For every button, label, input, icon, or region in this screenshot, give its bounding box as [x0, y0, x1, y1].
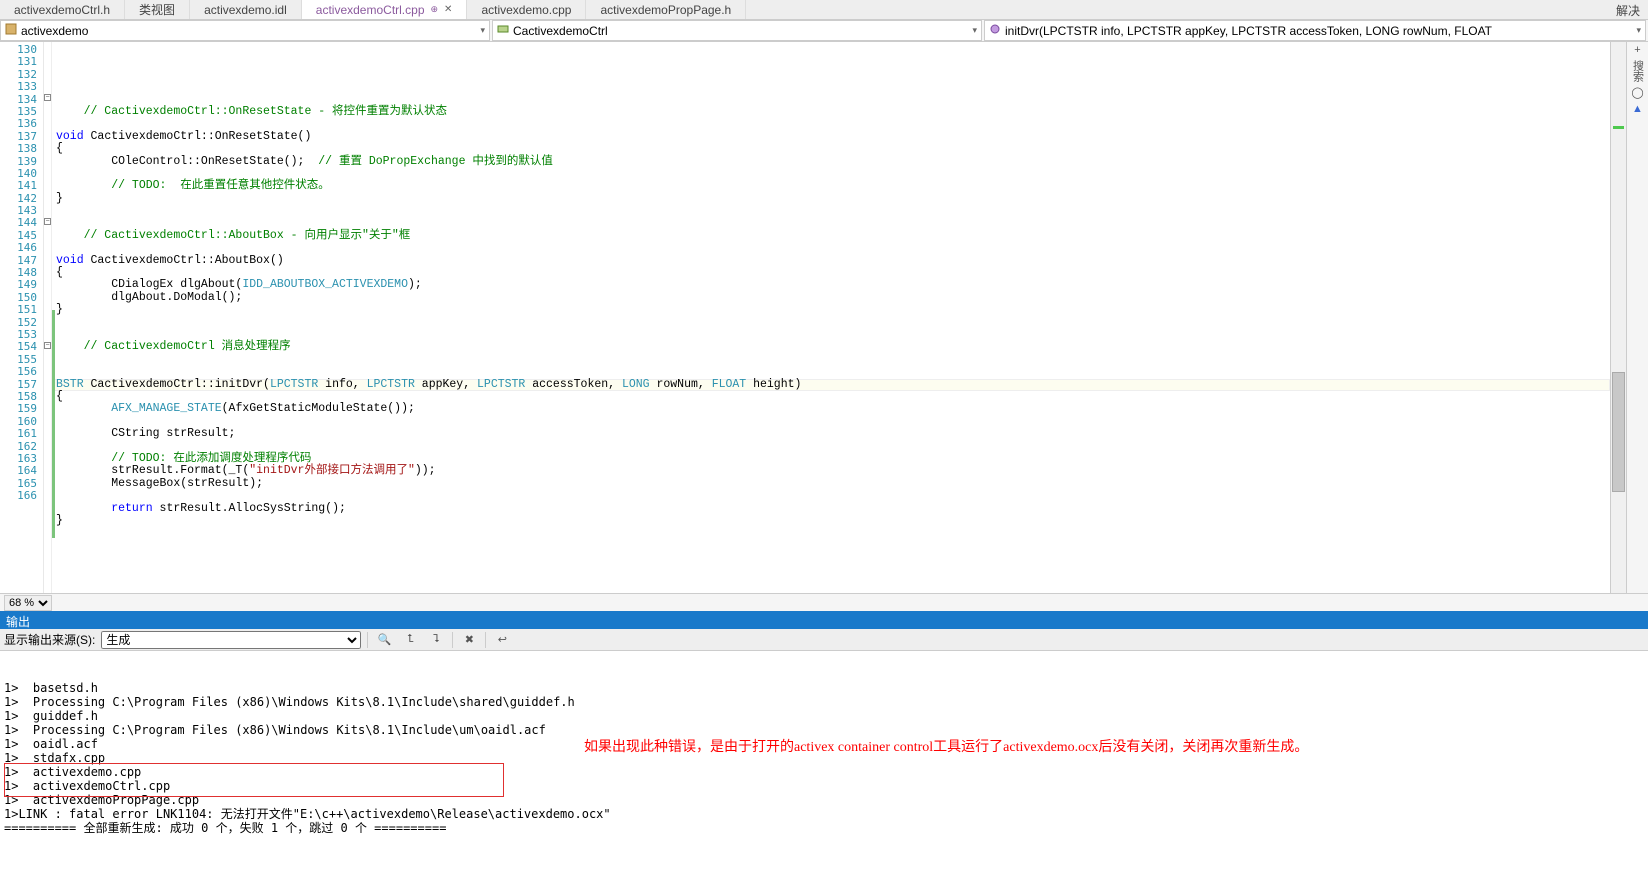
find-icon[interactable]: 🔍 [374, 631, 394, 649]
fold-toggle[interactable]: − [44, 218, 51, 225]
output-line: ========== 全部重新生成: 成功 0 个，失败 1 个，跳过 0 个 … [4, 821, 1644, 835]
file-tab[interactable]: activexdemoCtrl.cpp ⊕ ✕ [302, 0, 468, 19]
output-line: 1> guiddef.h [4, 709, 1644, 723]
chevron-down-icon: ▾ [1636, 25, 1641, 36]
chevron-down-icon: ▾ [480, 25, 485, 36]
scroll-thumb[interactable] [1612, 372, 1625, 492]
fold-toggle[interactable]: − [44, 94, 51, 101]
tab-label: activexdemoCtrl.cpp [316, 3, 425, 17]
error-annotation: 如果出现此种错误，是由于打开的activex container control… [584, 741, 1308, 755]
file-tab[interactable]: activexdemoPropPage.h [586, 0, 746, 19]
vertical-scrollbar[interactable] [1610, 42, 1626, 593]
module-icon [5, 23, 17, 38]
code-editor[interactable]: 1301311321331341351361371381391401411421… [0, 42, 1648, 593]
file-tabs: activexdemoCtrl.h 类视图 activexdemo.idl activ… [0, 0, 1648, 20]
file-tab[interactable]: activexdemo.idl [190, 0, 302, 19]
close-icon[interactable]: ✕ [444, 4, 452, 15]
tab-label: activexdemo.cpp [481, 3, 571, 17]
tab-label: 类视图 [139, 1, 175, 18]
file-tab[interactable]: 类视图 [125, 0, 190, 19]
tab-label: activexdemoPropPage.h [600, 3, 731, 17]
class-selector[interactable]: CactivexdemoCtrl ▾ [492, 20, 982, 41]
scope-selector[interactable]: activexdemo ▾ [0, 20, 490, 41]
prev-icon[interactable]: ⮤ [400, 631, 420, 649]
function-text: initDvr(LPCTSTR info, LPCTSTR appKey, LP… [1005, 24, 1492, 38]
method-icon [989, 23, 1001, 38]
change-bar [52, 310, 55, 538]
separator [452, 632, 453, 648]
output-line: 1> Processing C:\Program Files (x86)\Win… [4, 723, 1644, 737]
class-text: CactivexdemoCtrl [513, 24, 608, 38]
output-line: 1> basetsd.h [4, 681, 1644, 695]
nav-bar: activexdemo ▾ CactivexdemoCtrl ▾ initDvr… [0, 20, 1648, 42]
circle-icon[interactable]: ◯ [1631, 86, 1643, 99]
class-icon [497, 23, 509, 38]
clear-icon[interactable]: ✖ [459, 631, 479, 649]
separator [367, 632, 368, 648]
error-highlight-box [4, 763, 504, 797]
zoom-select[interactable]: 68 % [4, 595, 52, 611]
next-icon[interactable]: ⮧ [426, 631, 446, 649]
chevron-down-icon: ▾ [972, 25, 977, 36]
output-line: 1> Processing C:\Program Files (x86)\Win… [4, 695, 1644, 709]
tab-label: activexdemoCtrl.h [14, 3, 110, 17]
fold-toggle[interactable]: − [44, 342, 51, 349]
file-tab[interactable]: activexdemo.cpp [467, 0, 586, 19]
right-panel-label[interactable]: 解决 [1608, 0, 1648, 19]
line-gutter: 1301311321331341351361371381391401411421… [0, 42, 44, 593]
output-source-label: 显示输出来源(S): [4, 631, 95, 648]
expand-icon[interactable]: + [1634, 44, 1640, 56]
right-margin-tools: + 搜索 ◯ ▲ [1626, 42, 1648, 593]
scroll-mark [1613, 126, 1624, 129]
scope-text: activexdemo [21, 24, 88, 38]
code-area[interactable]: // CactivexdemoCtrl::OnResetState - 将控件重… [52, 42, 1610, 593]
output-toolbar: 显示输出来源(S): 生成 🔍 ⮤ ⮧ ✖ ↩ [0, 629, 1648, 651]
wrap-icon[interactable]: ↩ [492, 631, 512, 649]
output-line: 1>LINK : fatal error LNK1104: 无法打开文件"E:\… [4, 807, 1644, 821]
output-source-select[interactable]: 生成 [101, 631, 361, 649]
file-tab[interactable]: activexdemoCtrl.h [0, 0, 125, 19]
output-header[interactable]: 输出 [0, 611, 1648, 629]
triangle-icon[interactable]: ▲ [1632, 103, 1643, 115]
zoom-bar: 68 % [0, 593, 1648, 611]
tab-label: activexdemo.idl [204, 3, 287, 17]
search-label[interactable]: 搜索 [1630, 60, 1646, 82]
function-selector[interactable]: initDvr(LPCTSTR info, LPCTSTR appKey, LP… [984, 20, 1646, 41]
fold-column[interactable]: − − − [44, 42, 52, 593]
output-body[interactable]: 1> basetsd.h1> Processing C:\Program Fil… [0, 651, 1648, 811]
separator [485, 632, 486, 648]
dirty-icon: ⊕ [431, 4, 439, 15]
